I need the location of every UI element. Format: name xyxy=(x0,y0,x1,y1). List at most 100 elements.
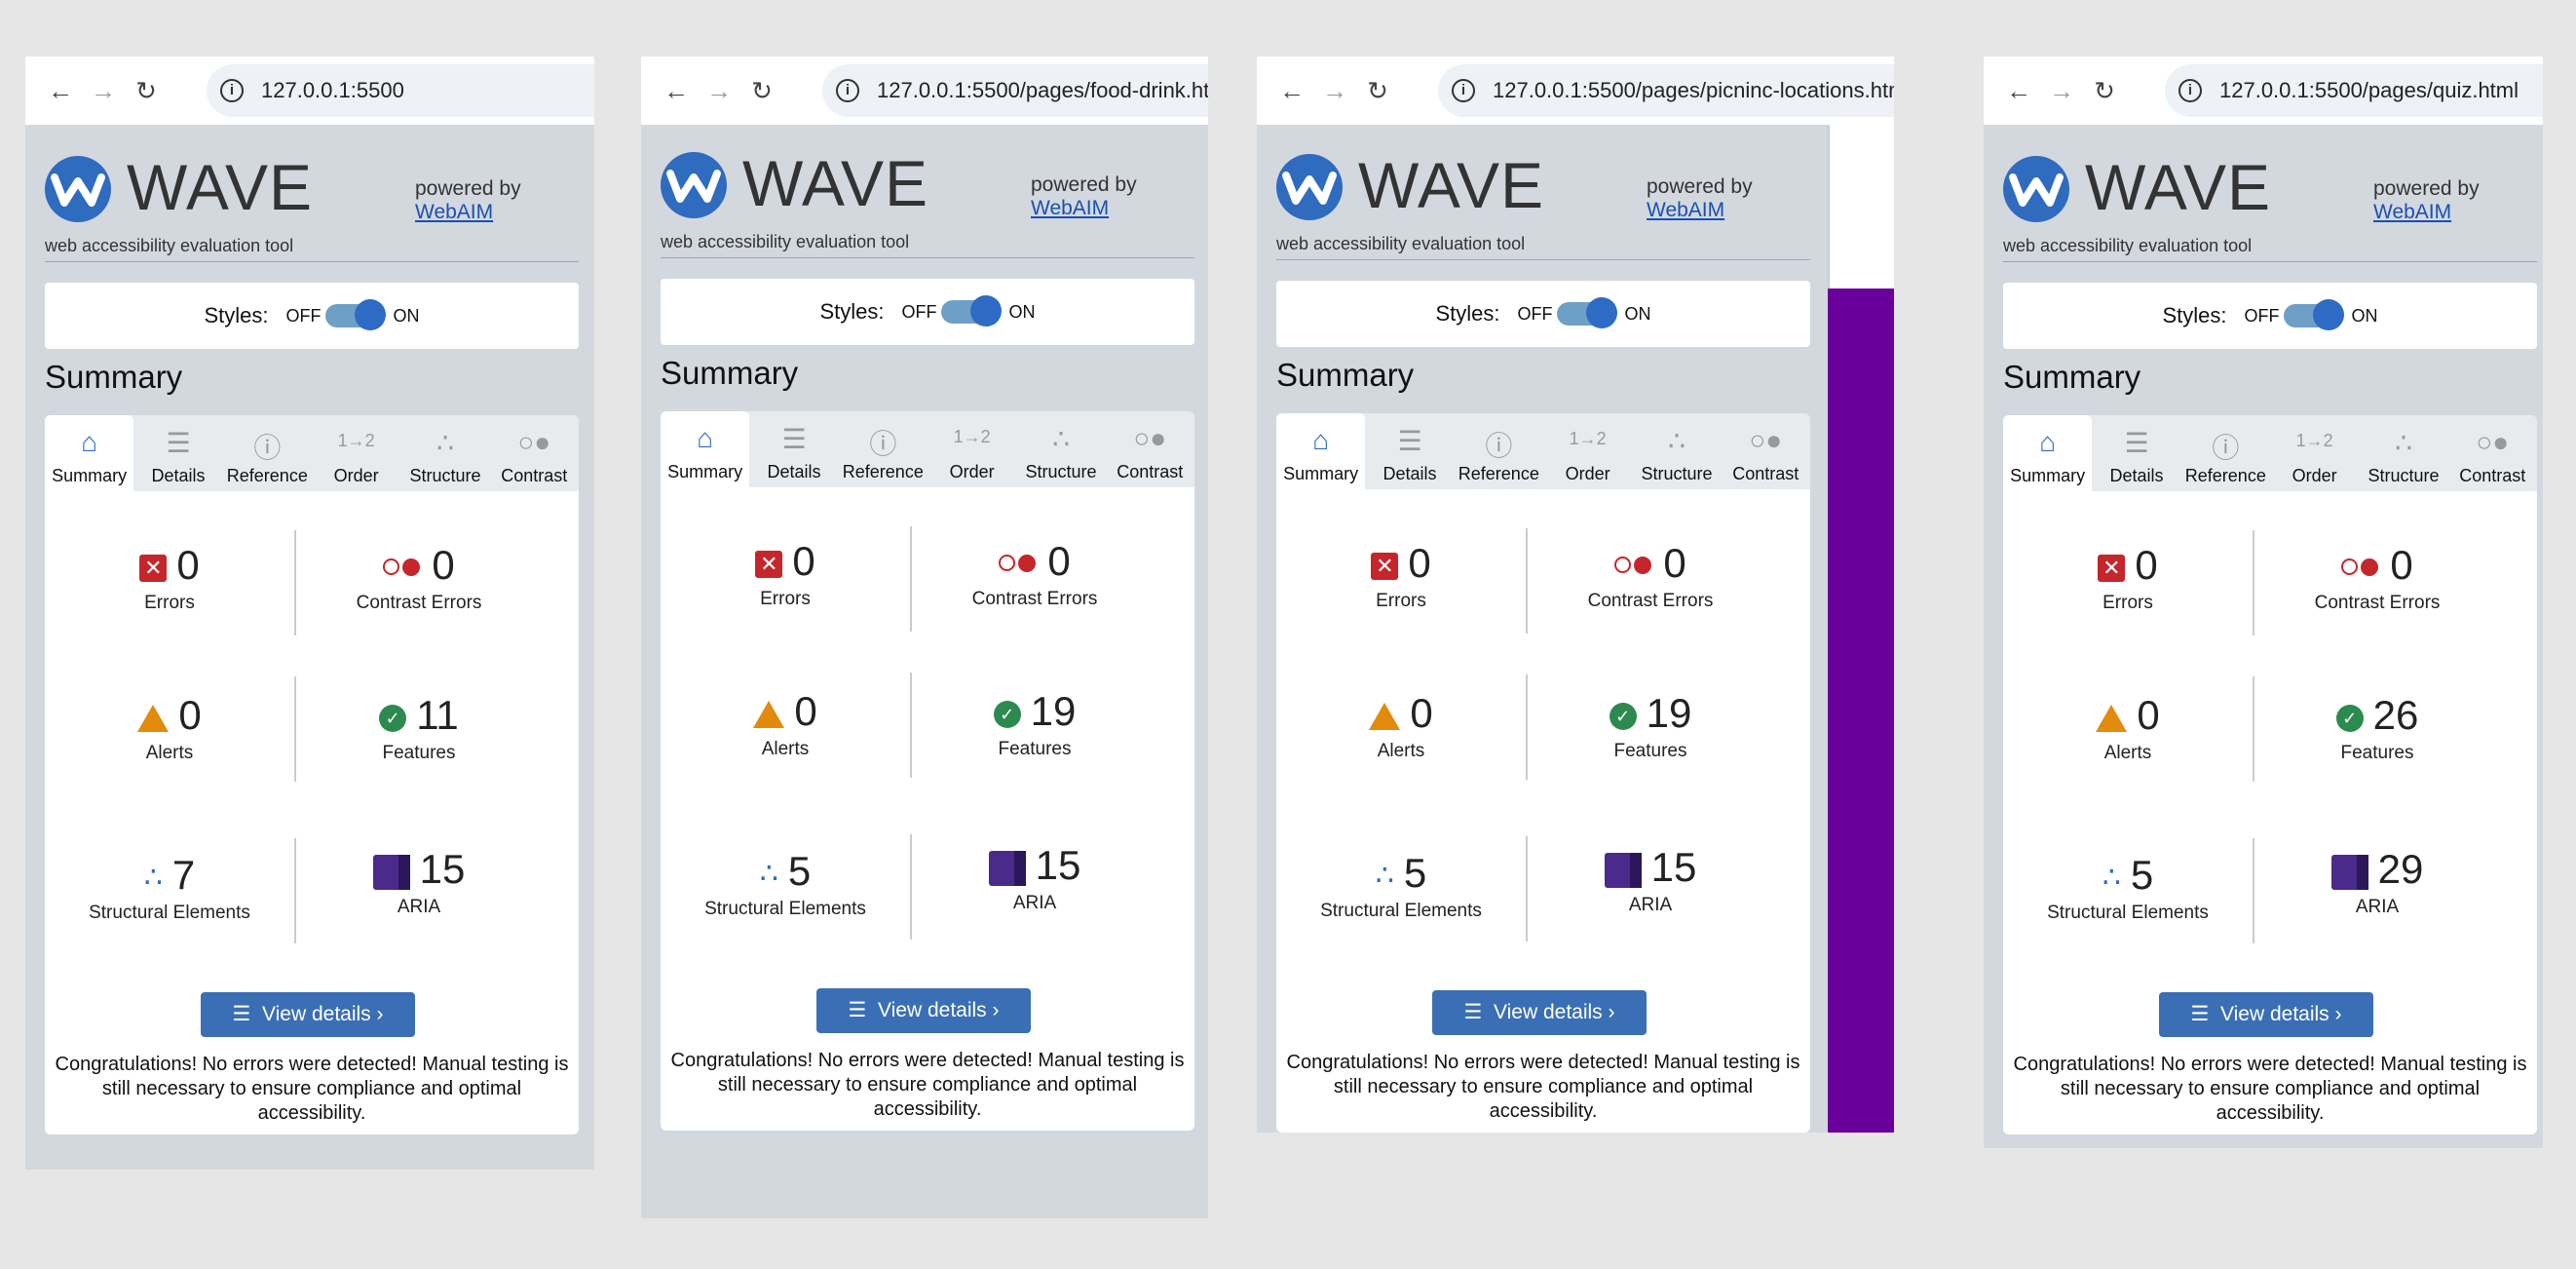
site-info-icon[interactable]: i xyxy=(1452,79,1475,102)
tab-order[interactable]: 1→2 Order xyxy=(928,411,1016,487)
features-caption: Features xyxy=(2340,743,2414,763)
aria-stat[interactable]: 29 ARIA xyxy=(2253,846,2502,918)
features-stat[interactable]: ✓ 26 Features xyxy=(2253,692,2502,764)
tab-contrast[interactable]: ○● Contrast xyxy=(2448,415,2537,491)
tab-label: Order xyxy=(333,466,379,485)
styles-toggle[interactable] xyxy=(2283,299,2344,330)
tab-reference[interactable]: ⓘ Reference xyxy=(223,415,312,491)
aria-stat[interactable]: 15 ARIA xyxy=(910,842,1159,914)
aria-caption: ARIA xyxy=(2355,897,2400,917)
structural-stat[interactable]: ∴ 7 Structural Elements xyxy=(45,852,294,924)
forward-icon[interactable]: → xyxy=(82,76,125,106)
alerts-stat[interactable]: 0 Alerts xyxy=(1276,690,1526,762)
alerts-stat[interactable]: 0 Alerts xyxy=(2003,692,2253,764)
address-bar[interactable]: i 127.0.0.1:5500/pages/food-drink.html xyxy=(822,64,1208,117)
contrast-stat[interactable]: 0 Contrast Errors xyxy=(1526,540,1775,612)
reload-icon[interactable]: ↻ xyxy=(1356,76,1399,106)
site-info-icon[interactable]: i xyxy=(836,79,859,102)
summary-heading: Summary xyxy=(661,355,799,391)
styles-toggle[interactable] xyxy=(1556,297,1617,328)
errors-stat[interactable]: ✕ 0 Errors xyxy=(45,542,294,614)
tab-summary[interactable]: ⌂ Summary xyxy=(1276,413,1366,489)
tab-structure[interactable]: ∴ Structure xyxy=(400,415,489,491)
forward-icon[interactable]: → xyxy=(1313,76,1356,106)
contrast-stat[interactable]: 0 Contrast Errors xyxy=(2253,542,2502,614)
tab-label: Order xyxy=(1565,464,1610,483)
webaim-link[interactable]: WebAIM xyxy=(1647,199,1724,221)
aria-stat[interactable]: 15 ARIA xyxy=(294,846,544,918)
tab-reference[interactable]: ⓘ Reference xyxy=(2181,415,2270,491)
tab-summary[interactable]: ⌂ Summary xyxy=(2003,415,2093,491)
reload-icon[interactable]: ↻ xyxy=(2083,76,2126,106)
tab-order[interactable]: 1→2 Order xyxy=(2270,415,2359,491)
errors-caption: Errors xyxy=(760,589,811,609)
powered-by-label: powered by xyxy=(1647,175,1753,198)
tab-details[interactable]: ☰ Details xyxy=(133,415,222,491)
wave-header: WAVE web accessibility evaluation tool p… xyxy=(661,140,1194,258)
structural-stat[interactable]: ∴ 5 Structural Elements xyxy=(2003,852,2253,924)
contrast-stat[interactable]: 0 Contrast Errors xyxy=(910,538,1159,610)
tab-reference[interactable]: ⓘ Reference xyxy=(1455,413,1543,489)
webaim-link[interactable]: WebAIM xyxy=(1031,197,1109,219)
view-details-button[interactable]: ☰ View details › xyxy=(816,988,1031,1033)
alerts-stat[interactable]: 0 Alerts xyxy=(661,688,910,760)
view-details-button[interactable]: ☰ View details › xyxy=(2159,992,2373,1037)
address-bar[interactable]: i 127.0.0.1:5500 xyxy=(207,64,594,117)
url-text: 127.0.0.1:5500/pages/food-drink.html xyxy=(877,78,1208,102)
webaim-link[interactable]: WebAIM xyxy=(2373,201,2451,223)
styles-toggle[interactable] xyxy=(324,299,386,330)
reload-icon[interactable]: ↻ xyxy=(740,76,783,106)
tab-order[interactable]: 1→2 Order xyxy=(312,415,400,491)
features-stat[interactable]: ✓ 19 Features xyxy=(910,688,1159,760)
errors-stat[interactable]: ✕ 0 Errors xyxy=(1276,540,1526,612)
tab-structure[interactable]: ∴ Structure xyxy=(1632,413,1721,489)
webaim-link[interactable]: WebAIM xyxy=(415,201,493,223)
tab-contrast[interactable]: ○● Contrast xyxy=(1106,411,1194,487)
back-icon[interactable]: ← xyxy=(1270,76,1313,106)
contrast-caption: Contrast Errors xyxy=(971,589,1098,609)
features-caption: Features xyxy=(998,739,1072,759)
forward-icon[interactable]: → xyxy=(698,76,740,106)
reload-icon[interactable]: ↻ xyxy=(125,76,168,106)
url-text: 127.0.0.1:5500/pages/picninc-locations.h… xyxy=(1493,78,1894,102)
structural-caption: Structural Elements xyxy=(1320,901,1482,921)
tab-reference[interactable]: ⓘ Reference xyxy=(839,411,928,487)
site-info-icon[interactable]: i xyxy=(2178,79,2202,102)
tab-summary[interactable]: ⌂ Summary xyxy=(661,411,750,487)
features-stat[interactable]: ✓ 11 Features xyxy=(294,692,544,764)
structure-icon: ∴ xyxy=(759,858,778,891)
contrast-stat[interactable]: 0 Contrast Errors xyxy=(294,542,544,614)
forward-icon[interactable]: → xyxy=(2040,76,2083,106)
address-bar[interactable]: i 127.0.0.1:5500/pages/quiz.html xyxy=(2165,64,2543,117)
view-details-button[interactable]: ☰ View details › xyxy=(1432,990,1647,1035)
tab-structure[interactable]: ∴ Structure xyxy=(1016,411,1105,487)
tab-details[interactable]: ☰ Details xyxy=(1365,413,1454,489)
view-details-button[interactable]: ☰ View details › xyxy=(201,992,415,1037)
tab-contrast[interactable]: ○● Contrast xyxy=(1722,413,1810,489)
contrast-caption: Contrast Errors xyxy=(2314,593,2441,613)
structural-stat[interactable]: ∴ 5 Structural Elements xyxy=(661,848,910,920)
tab-label: Summary xyxy=(1283,464,1359,483)
tab-details[interactable]: ☰ Details xyxy=(749,411,838,487)
address-bar[interactable]: i 127.0.0.1:5500/pages/picninc-locations… xyxy=(1438,64,1894,117)
errors-stat[interactable]: ✕ 0 Errors xyxy=(2003,542,2253,614)
tab-summary[interactable]: ⌂ Summary xyxy=(45,415,134,491)
alerts-stat[interactable]: 0 Alerts xyxy=(45,692,294,764)
back-icon[interactable]: ← xyxy=(1997,76,2040,106)
summary-heading: Summary xyxy=(1276,357,1415,393)
site-info-icon[interactable]: i xyxy=(220,79,244,102)
on-label: ON xyxy=(1008,301,1036,322)
structural-stat[interactable]: ∴ 5 Structural Elements xyxy=(1276,850,1526,922)
back-icon[interactable]: ← xyxy=(655,76,698,106)
back-icon[interactable]: ← xyxy=(39,76,82,106)
tab-order[interactable]: 1→2 Order xyxy=(1543,413,1632,489)
errors-stat[interactable]: ✕ 0 Errors xyxy=(661,538,910,610)
tab-structure[interactable]: ∴ Structure xyxy=(2359,415,2447,491)
styles-toggle[interactable] xyxy=(940,295,1002,327)
features-stat[interactable]: ✓ 19 Features xyxy=(1526,690,1775,762)
tab-details[interactable]: ☰ Details xyxy=(2092,415,2180,491)
structural-caption: Structural Elements xyxy=(704,899,866,919)
tab-contrast[interactable]: ○● Contrast xyxy=(490,415,579,491)
tab-label: Contrast xyxy=(1732,464,1799,483)
aria-stat[interactable]: 15 ARIA xyxy=(1526,844,1775,916)
